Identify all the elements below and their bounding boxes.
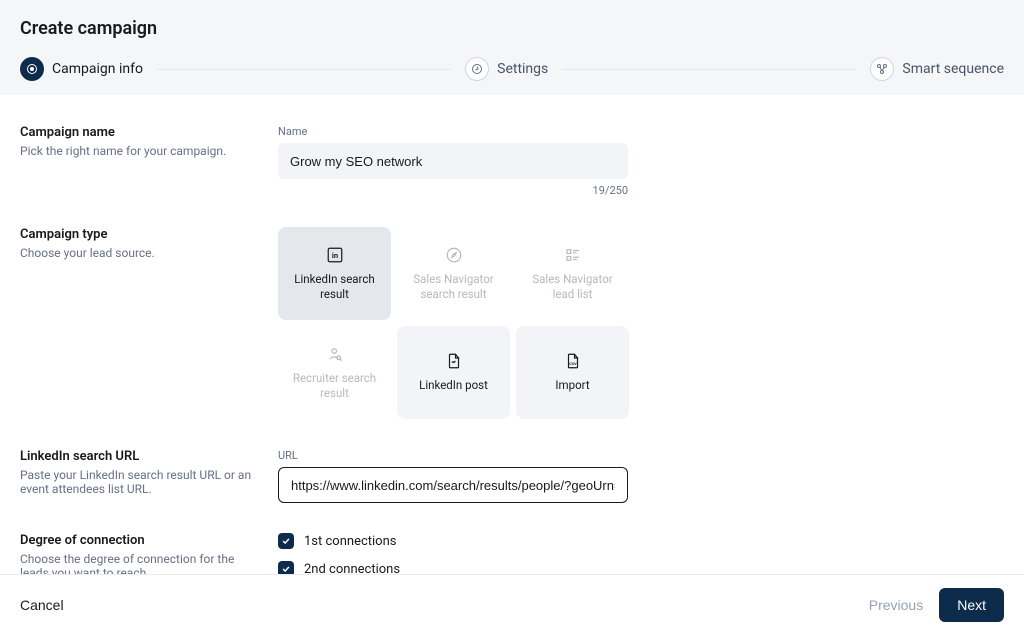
document-thumb-icon [445,352,463,370]
svg-text:CSV: CSV [569,362,577,366]
step-divider [157,69,451,70]
checkbox-icon [278,533,294,549]
campaign-name-input[interactable] [278,143,628,179]
footer: Cancel Previous Next [0,574,1024,634]
page-title: Create campaign [20,18,1004,39]
section-desc-url: Paste your LinkedIn search result URL or… [20,468,258,496]
type-card-label: Import [555,378,589,393]
cancel-button[interactable]: Cancel [20,597,64,613]
section-title-type: Campaign type [20,227,258,242]
type-card-label: LinkedIn search result [286,272,383,302]
linkedin-icon: in [326,246,344,264]
section-desc-name: Pick the right name for your campaign. [20,144,258,158]
checkbox-label: 1st connections [304,534,397,549]
section-desc-type: Choose your lead source. [20,246,258,260]
section-title-degree: Degree of connection [20,533,258,548]
step-label: Smart sequence [902,61,1004,77]
step-campaign-info[interactable]: Campaign info [20,57,143,81]
type-card-label: Sales Navigator search result [405,272,502,302]
target-icon [20,57,44,81]
type-card-recruiter: Recruiter search result [278,326,391,419]
gear-icon [465,57,489,81]
compass-icon [445,246,463,264]
type-card-import[interactable]: CSV Import [516,326,629,419]
type-card-label: Sales Navigator lead list [524,272,621,302]
previous-button[interactable]: Previous [869,597,923,613]
name-input-label: Name [278,125,638,138]
section-title-url: LinkedIn search URL [20,449,258,464]
step-divider [562,69,856,70]
step-settings[interactable]: Settings [465,57,548,81]
svg-text:in: in [331,251,337,260]
type-card-linkedin-search[interactable]: in LinkedIn search result [278,227,391,320]
char-counter: 19/250 [278,184,628,197]
url-input-label: URL [278,449,638,462]
type-card-label: LinkedIn post [419,378,488,393]
step-smart-sequence[interactable]: Smart sequence [870,57,1004,81]
stepper: Campaign info Settings Smart sequence [20,57,1004,95]
section-title-name: Campaign name [20,125,258,140]
type-card-label: Recruiter search result [286,371,383,401]
type-card-linkedin-post[interactable]: LinkedIn post [397,326,510,419]
checkbox-1st-connections[interactable]: 1st connections [278,533,638,549]
type-card-sales-nav-list: Sales Navigator lead list [516,227,629,320]
next-button[interactable]: Next [939,588,1004,622]
list-icon [564,246,582,264]
sequence-icon [870,57,894,81]
linkedin-url-input[interactable] [278,467,628,503]
step-label: Campaign info [52,61,143,77]
csv-icon: CSV [564,352,582,370]
person-search-icon [326,345,344,363]
type-card-sales-nav-search: Sales Navigator search result [397,227,510,320]
step-label: Settings [497,61,548,77]
